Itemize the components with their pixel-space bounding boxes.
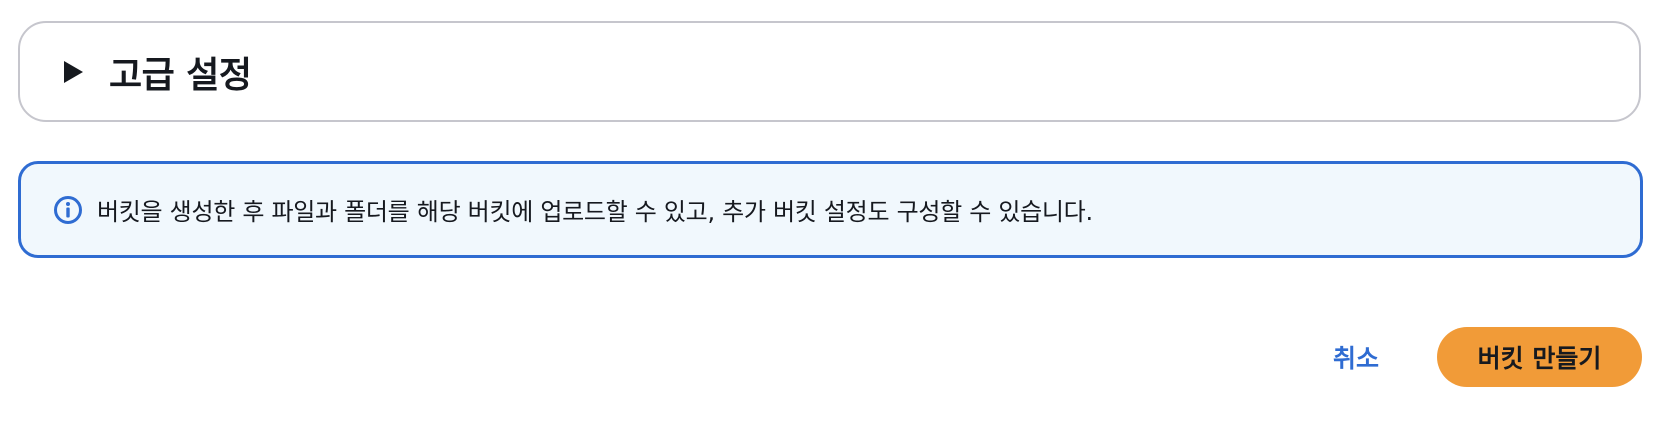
info-circle-icon [54,195,82,224]
advanced-settings-expander[interactable]: 고급 설정 [18,21,1641,122]
create-bucket-button[interactable]: 버킷 만들기 [1437,327,1642,387]
page: 고급 설정 버킷을 생성한 후 파일과 폴더를 해당 버킷에 업로드할 수 있고… [0,0,1658,426]
info-alert-text: 버킷을 생성한 후 파일과 폴더를 해당 버킷에 업로드할 수 있고, 추가 버… [97,198,1093,226]
caret-right-icon [64,60,83,83]
info-alert: 버킷을 생성한 후 파일과 폴더를 해당 버킷에 업로드할 수 있고, 추가 버… [18,161,1643,258]
cancel-button[interactable]: 취소 [1311,327,1401,387]
form-actions: 취소 버킷 만들기 [1311,327,1642,387]
advanced-settings-title: 고급 설정 [109,54,252,96]
